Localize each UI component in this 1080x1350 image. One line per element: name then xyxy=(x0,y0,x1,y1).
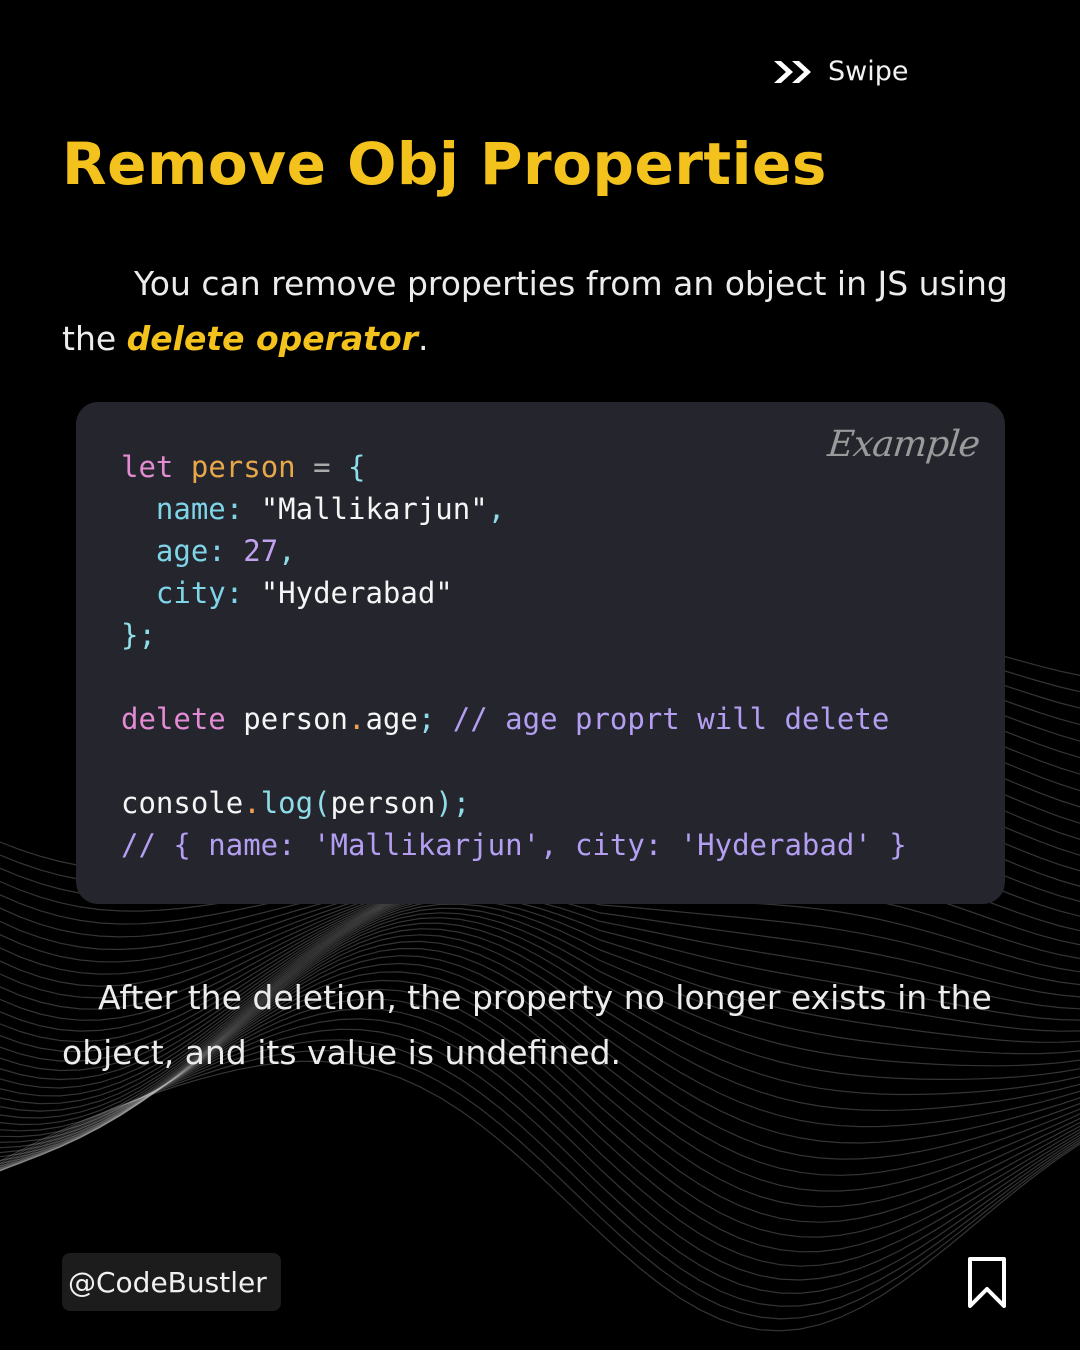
code-line: let person = { xyxy=(121,450,366,484)
intro-end: . xyxy=(417,319,429,358)
code-line: // { name: 'Mallikarjun', city: 'Hyderab… xyxy=(121,828,907,862)
author-handle[interactable]: @CodeBustler xyxy=(62,1253,281,1311)
code-line: age: 27, xyxy=(155,534,296,568)
page-title: Remove Obj Properties xyxy=(62,130,827,198)
code-example-card: Example let person = { name: "Mallikarju… xyxy=(76,402,1005,904)
swipe-label: Swipe xyxy=(828,56,909,87)
code-line: }; xyxy=(121,618,156,652)
outro-paragraph: After the deletion, the property no long… xyxy=(62,970,1022,1080)
code-line: city: "Hyderabad" xyxy=(155,576,453,610)
bookmark-icon[interactable] xyxy=(966,1256,1008,1310)
intro-highlight: delete operator xyxy=(126,319,418,358)
code-line: name: "Mallikarjun", xyxy=(155,492,506,526)
outro-text: After the deletion, the property no long… xyxy=(62,978,992,1072)
intro-paragraph: You can remove properties from an object… xyxy=(62,256,1022,366)
double-chevron-right-icon xyxy=(774,60,811,83)
swipe-hint[interactable]: Swipe xyxy=(772,56,908,87)
code-block: let person = { name: "Mallikarjun", age:… xyxy=(121,446,907,866)
code-line: console.log(person); xyxy=(121,786,471,820)
code-line: delete person.age; // age proprt will de… xyxy=(121,702,890,736)
